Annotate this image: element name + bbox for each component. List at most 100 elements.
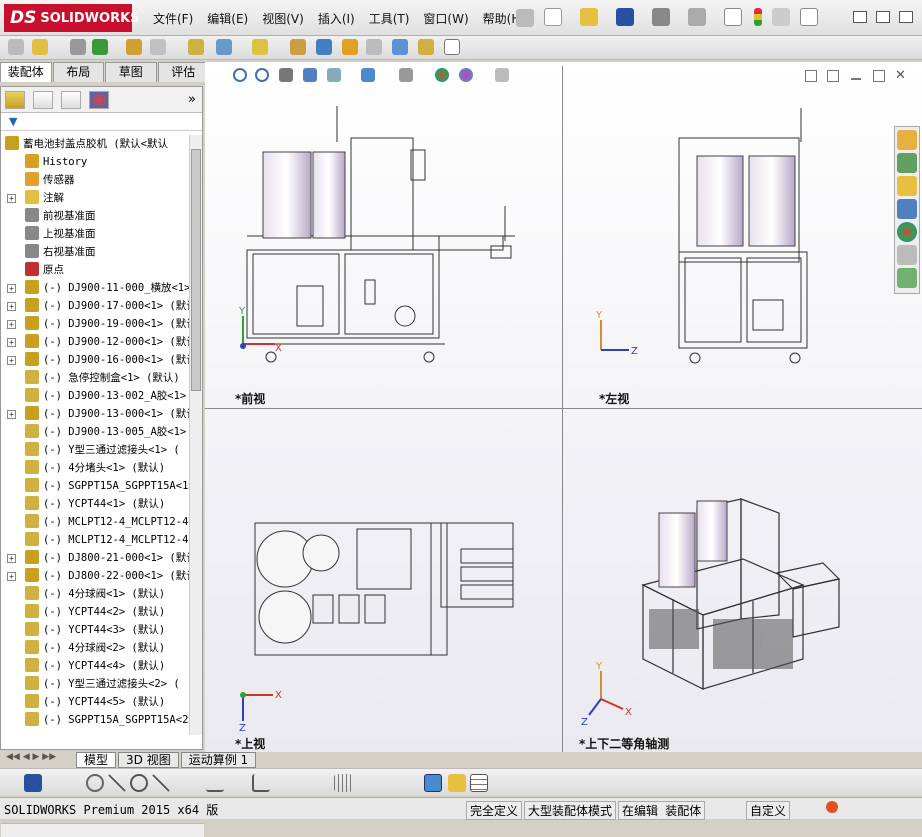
tree-item[interactable]: (-) MCLPT12-4_MCLPT12-4< [1, 513, 189, 531]
expand-icon[interactable]: + [7, 284, 16, 293]
tab-model[interactable]: 模型 [76, 752, 117, 768]
menu-window[interactable]: 窗口(W) [416, 8, 475, 29]
minimize-button[interactable] [853, 11, 867, 23]
tree-horizontal-scrollbar[interactable] [1, 823, 204, 837]
new-document-icon[interactable] [544, 8, 562, 26]
tab-scroll-arrows[interactable]: ◀◀ ◀ ▶ ▶▶ [6, 752, 76, 768]
tree-item[interactable]: (-) DJ900-13-005_A胶<1> [1, 423, 189, 441]
tree-item[interactable]: + (-) DJ900-17-000<1> (默认 [1, 297, 189, 315]
tree-item[interactable]: (-) 急停控制盒<1> (默认) [1, 369, 189, 387]
tab-layout[interactable]: 布局 [52, 62, 104, 82]
tree-filter[interactable]: ▼ [1, 113, 202, 131]
expand-icon[interactable]: + [7, 554, 16, 563]
point-icon[interactable] [86, 774, 104, 792]
file-explorer-icon[interactable] [897, 176, 917, 196]
expand-icon[interactable]: + [7, 356, 16, 365]
top-view-pane[interactable]: Z X *上视 [205, 408, 562, 752]
tree-item[interactable]: + (-) DJ900-12-000<1> (默认 [1, 333, 189, 351]
tab-3d-view[interactable]: 3D 视图 [118, 752, 179, 768]
menu-tools[interactable]: 工具(T) [362, 8, 417, 29]
feature-tree-icon[interactable] [5, 91, 25, 109]
appearance-toggle-icon[interactable] [448, 774, 466, 792]
tree-item[interactable]: (-) YCPT44<5> (默认) [1, 693, 189, 711]
component-pattern-icon[interactable] [92, 39, 108, 55]
select-arrow-icon[interactable] [724, 8, 742, 26]
tree-item[interactable]: (-) 4分球阀<2> (默认) [1, 639, 189, 657]
mate-icon[interactable] [32, 39, 48, 55]
tree-item[interactable]: (-) YCPT44<3> (默认) [1, 621, 189, 639]
tree-item[interactable]: History [1, 153, 189, 171]
scroll-thumb[interactable] [191, 149, 201, 391]
insert-component-icon[interactable] [8, 39, 24, 55]
expand-icon[interactable]: + [7, 410, 16, 419]
tree-item[interactable]: (-) MCLPT12-4_MCLPT12-4< [1, 531, 189, 549]
tree-item[interactable]: (-) YCPT44<1> (默认) [1, 495, 189, 513]
tree-item[interactable]: + (-) DJ800-21-000<1> (默认 [1, 549, 189, 567]
open-folder-icon[interactable] [580, 8, 598, 26]
new-motion-study-icon[interactable] [252, 39, 268, 55]
tree-root[interactable]: 蓄电池封盖点胶机 (默认<默认 [1, 135, 189, 153]
line-icon[interactable] [108, 774, 126, 792]
rebuild-indicator-icon[interactable] [826, 801, 838, 813]
explode-line-icon[interactable] [342, 39, 358, 55]
menu-edit[interactable]: 编辑(E) [200, 8, 255, 29]
expand-icon[interactable]: + [7, 320, 16, 329]
tree-item[interactable]: + (-) DJ900-11-000_横放<1> [1, 279, 189, 297]
expand-panel-icon[interactable]: » [188, 92, 196, 107]
menu-insert[interactable]: 插入(I) [311, 8, 362, 29]
tree-vertical-scrollbar[interactable] [189, 135, 202, 735]
solidworks-logo[interactable]: DS SOLIDWORKS [4, 4, 140, 32]
tree-item[interactable]: + (-) DJ900-19-000<1> (默认 [1, 315, 189, 333]
display-manager-icon[interactable] [89, 91, 109, 109]
front-view-pane[interactable]: Y X *前视 [205, 66, 562, 408]
undo-icon[interactable] [688, 8, 706, 26]
custom-properties-icon[interactable] [897, 245, 917, 265]
tree-item[interactable]: 右视基准面 [1, 243, 189, 261]
filter-icon[interactable]: ▼ [9, 115, 17, 128]
expand-icon[interactable]: + [7, 194, 16, 203]
show-hidden-icon[interactable] [150, 39, 166, 55]
expand-icon[interactable]: + [7, 338, 16, 347]
bottom-save-icon[interactable] [24, 774, 42, 792]
tree-item[interactable]: 原点 [1, 261, 189, 279]
tree-item[interactable]: (-) DJ900-13-002_A胶<1> [1, 387, 189, 405]
tree-item[interactable]: (-) SGPPT15A_SGPPT15A<1> [1, 477, 189, 495]
convert-entities-icon[interactable] [252, 774, 270, 792]
interference-icon[interactable] [366, 39, 382, 55]
exploded-view-icon[interactable] [316, 39, 332, 55]
tree-item[interactable]: + 注解 [1, 189, 189, 207]
left-view-pane[interactable]: Y Z *左视 [562, 66, 922, 408]
tree-item[interactable]: + (-) DJ900-16-000<1> (默认 [1, 351, 189, 369]
grid-icon[interactable] [334, 774, 352, 792]
tree-item[interactable]: (-) 4分球阀<1> (默认) [1, 585, 189, 603]
expand-icon[interactable]: + [7, 572, 16, 581]
tree-item[interactable]: 传感器 [1, 171, 189, 189]
tree-item[interactable]: (-) Y型三通过滤接头<2> ( [1, 675, 189, 693]
tab-assembly[interactable]: 装配体 [0, 62, 52, 82]
tree-item[interactable]: (-) Y型三通过滤接头<1> ( [1, 441, 189, 459]
tree-item[interactable]: 前视基准面 [1, 207, 189, 225]
tree-item[interactable]: (-) SGPPT15A_SGPPT15A<2> [1, 711, 189, 729]
tree-item[interactable]: (-) YCPT44<4> (默认) [1, 657, 189, 675]
appearances-scenes-icon[interactable] [897, 222, 917, 242]
tree-item[interactable]: 上视基准面 [1, 225, 189, 243]
table-icon[interactable] [470, 774, 488, 792]
close-button[interactable] [899, 11, 913, 23]
menu-file[interactable]: 文件(F) [146, 8, 200, 29]
graphics-area[interactable]: ✕ Y X *前视 Y Z *左视 Z X *上视 Y X Z *上下二等角轴测 [205, 62, 922, 752]
tree-item[interactable]: (-) 4分堵头<1> (默认) [1, 459, 189, 477]
bill-of-materials-icon[interactable] [290, 39, 306, 55]
hole-alignment-icon[interactable] [418, 39, 434, 55]
reference-geometry-icon[interactable] [216, 39, 232, 55]
instant3d-icon[interactable] [444, 39, 460, 55]
move-component-icon[interactable] [126, 39, 142, 55]
menu-view[interactable]: 视图(V) [255, 8, 311, 29]
configuration-manager-icon[interactable] [61, 91, 81, 109]
tree-item[interactable]: + (-) DJ800-22-000<1> (默认 [1, 567, 189, 585]
smart-dimension-icon[interactable] [206, 774, 224, 792]
save-icon[interactable] [616, 8, 634, 26]
options-icon[interactable] [772, 8, 790, 26]
tab-evaluate[interactable]: 评估 [157, 62, 209, 82]
design-library-icon[interactable] [897, 153, 917, 173]
restore-button[interactable] [876, 11, 890, 23]
